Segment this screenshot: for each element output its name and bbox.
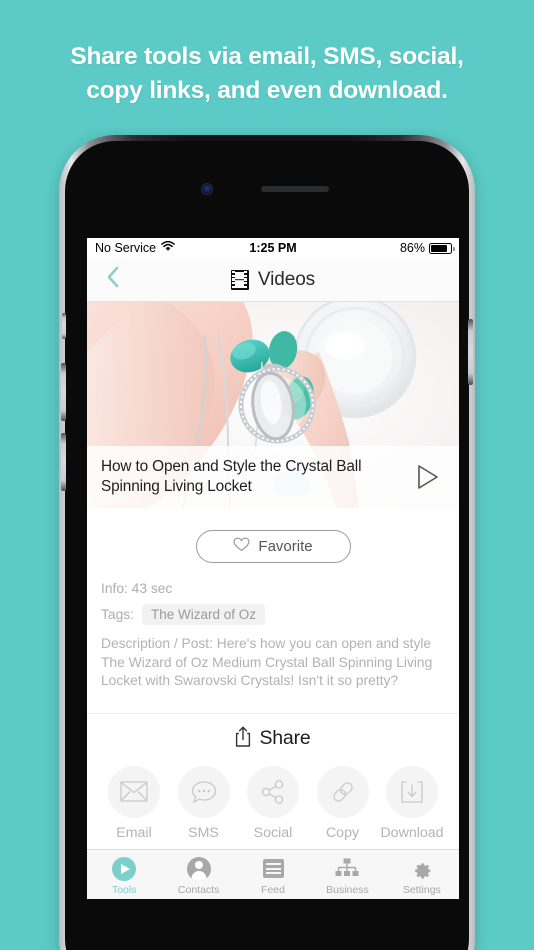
- promo-line-2: copy links, and even download.: [86, 77, 448, 104]
- tags-row: Tags: The Wizard of Oz: [101, 604, 445, 625]
- favorite-section: Favorite: [87, 508, 459, 581]
- share-heading: Share: [87, 713, 459, 766]
- info-row: Info: 43 sec: [101, 581, 445, 596]
- tab-tools[interactable]: Tools: [87, 850, 161, 899]
- description-text: Description / Post: Here's how you can o…: [101, 636, 433, 688]
- play-circle-icon: [112, 856, 137, 881]
- battery-icon: [429, 242, 455, 254]
- share-option-social[interactable]: Social: [240, 765, 306, 841]
- share-label-sms: SMS: [188, 824, 219, 841]
- video-caption-bar: How to Open and Style the Crystal Ball S…: [87, 446, 459, 508]
- status-bar: No Service 1:25 PM 86%: [87, 238, 459, 258]
- earpiece-speaker: [261, 186, 329, 192]
- video-title: How to Open and Style the Crystal Ball S…: [101, 458, 362, 495]
- nav-title-group: Videos: [87, 269, 459, 291]
- share-option-email[interactable]: Email: [101, 765, 167, 841]
- status-time: 1:25 PM: [249, 241, 297, 255]
- list-lines-icon: [262, 857, 284, 881]
- tab-label-feed: Feed: [261, 883, 285, 896]
- share-label-copy: Copy: [325, 824, 360, 841]
- video-details: Info: 43 sec Tags: The Wizard of Oz Desc…: [87, 581, 459, 691]
- favorite-label: Favorite: [258, 538, 313, 555]
- tab-feed[interactable]: Feed: [236, 850, 310, 899]
- share-option-download[interactable]: Download: [379, 765, 445, 841]
- promo-headline: Share tools via email, SMS, social, copy…: [0, 40, 534, 108]
- phone-bezel: No Service 1:25 PM 86% Videos How to Ope…: [61, 141, 473, 950]
- back-button[interactable]: [99, 266, 125, 293]
- share-label-social: Social: [253, 824, 293, 841]
- power-button[interactable]: [468, 319, 473, 385]
- tag-chip[interactable]: The Wizard of Oz: [141, 604, 266, 625]
- download-box-icon: [386, 765, 438, 818]
- share-options-row: Email SMS Social Copy Download: [87, 765, 459, 847]
- silent-switch[interactable]: [62, 313, 66, 339]
- page-title: Videos: [257, 268, 316, 290]
- tags-label: Tags:: [101, 607, 134, 622]
- phone-screen: No Service 1:25 PM 86% Videos How to Ope…: [87, 238, 459, 899]
- tab-label-settings: Settings: [402, 883, 441, 896]
- gear-icon: [410, 857, 433, 881]
- chain-link-icon: [316, 765, 369, 818]
- share-label-download: Download: [380, 824, 444, 841]
- share-label-email: Email: [116, 824, 152, 841]
- favorite-button[interactable]: Favorite: [195, 530, 351, 563]
- tab-label-contacts: Contacts: [177, 883, 220, 896]
- share-nodes-icon: [247, 765, 299, 818]
- volume-up-button[interactable]: [61, 363, 66, 421]
- volume-down-button[interactable]: [61, 433, 66, 491]
- film-strip-icon: [230, 269, 249, 290]
- front-camera-icon: [202, 184, 212, 194]
- org-chart-icon: [335, 857, 359, 881]
- envelope-icon: [108, 765, 160, 818]
- tab-label-business: Business: [326, 883, 369, 896]
- share-option-copy[interactable]: Copy: [310, 765, 376, 841]
- tab-bar: Tools Contacts Feed Business Settings: [87, 849, 459, 899]
- share-option-sms[interactable]: SMS: [171, 765, 237, 841]
- chevron-left-icon: [106, 266, 119, 293]
- person-circle-icon: [186, 856, 211, 881]
- navigation-bar: Videos: [87, 258, 459, 302]
- tab-settings[interactable]: Settings: [385, 850, 459, 899]
- tab-business[interactable]: Business: [310, 850, 384, 899]
- tab-contacts[interactable]: Contacts: [161, 850, 235, 899]
- phone-frame: No Service 1:25 PM 86% Videos How to Ope…: [59, 135, 475, 950]
- share-heading-label: Share: [259, 727, 311, 749]
- heart-icon: [233, 537, 251, 556]
- speech-bubble-icon: [177, 765, 230, 818]
- video-thumbnail[interactable]: How to Open and Style the Crystal Ball S…: [87, 302, 459, 508]
- share-upload-icon: [235, 726, 251, 752]
- tab-label-tools: Tools: [111, 883, 137, 896]
- spacer: [87, 690, 459, 713]
- play-triangle-icon[interactable]: [415, 463, 441, 491]
- promo-line-1: Share tools via email, SMS, social,: [70, 43, 464, 70]
- info-label: Info: 43 sec: [101, 581, 173, 596]
